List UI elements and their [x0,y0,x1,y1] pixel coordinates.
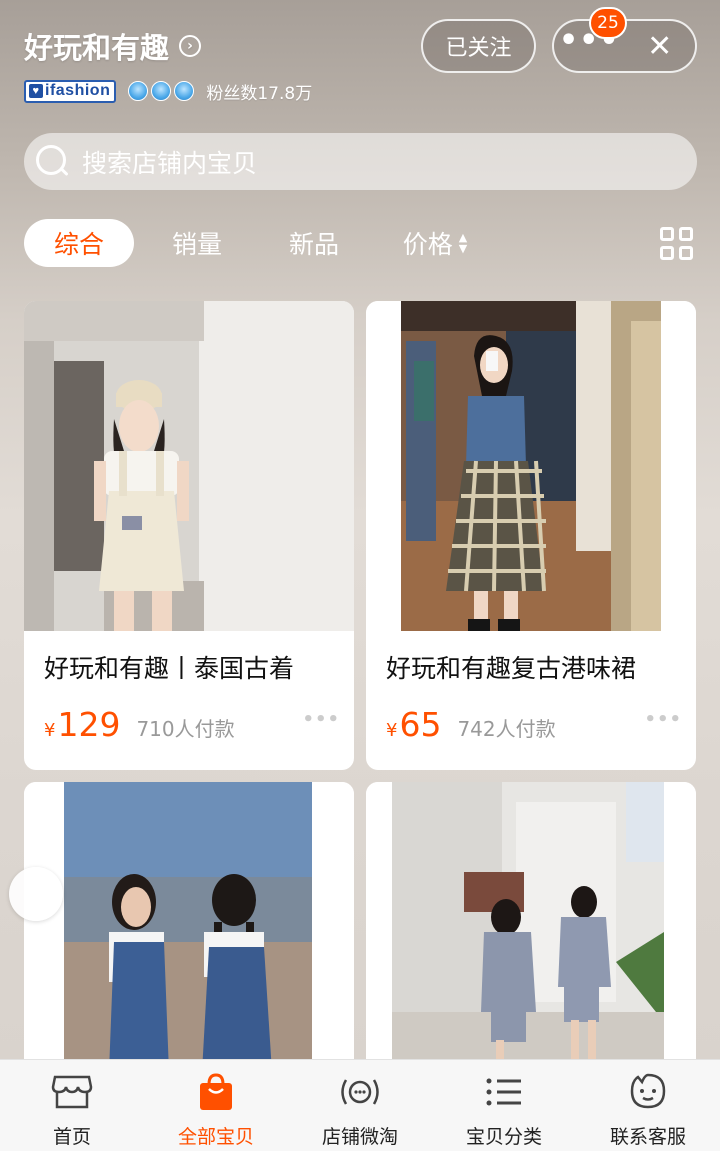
ifashion-logo-icon: ♥ [29,84,43,98]
product-photo[interactable] [366,782,696,1072]
fans-count: 粉丝数17.8万 [206,83,313,104]
bottom-nav: 首页 全部宝贝 店铺微淘 宝贝分类 联系客服 [0,1059,720,1151]
product-card[interactable]: 好玩和有趣复古港味裙 ¥ 65 742人付款 ••• [366,301,696,770]
currency-symbol: ¥ [386,720,398,741]
product-photo[interactable] [24,782,354,1072]
more-icon[interactable]: ••• [302,709,340,730]
nav-all-items-label: 全部宝贝 [177,1126,254,1148]
product-price: 65 [399,705,442,744]
nav-home[interactable]: 首页 [0,1060,144,1151]
product-card[interactable]: 好玩和有趣丨泰国古着 ¥ 129 710人付款 ••• [24,301,354,770]
tab-price-label: 价格 [402,230,453,259]
follow-button[interactable]: 已关注 [421,19,536,73]
shop-name[interactable]: 好玩和有趣 › [24,26,202,66]
floating-button[interactable] [9,867,63,921]
close-icon: ✕ [647,28,673,64]
search-bar[interactable]: 搜索店铺内宝贝 [24,133,697,190]
list-icon [482,1072,526,1112]
product-card[interactable] [24,782,354,1072]
storefront-icon [50,1072,94,1112]
nav-customer-service[interactable]: 联系客服 [576,1060,720,1151]
search-placeholder: 搜索店铺内宝贝 [82,148,258,178]
ifashion-label: ifashion [45,82,111,99]
nav-all-items[interactable]: 全部宝贝 [144,1060,288,1151]
product-photo[interactable] [366,301,696,631]
nav-shop-feed-label: 店铺微淘 [321,1126,398,1148]
shop-meta: ♥ ifashion 粉丝数17.8万 [24,78,312,104]
product-title: 好玩和有趣丨泰国古着 [44,654,295,683]
currency-symbol: ¥ [44,720,56,741]
search-icon [36,144,70,179]
sales-count: 710人付款 [136,717,235,741]
nav-shop-feed[interactable]: 店铺微淘 [288,1060,432,1151]
nav-categories[interactable]: 宝贝分类 [432,1060,576,1151]
sort-tabs: 综合 销量 新品 价格 ▲ ▼ [24,219,696,269]
product-photo[interactable] [24,301,354,631]
crown-icon [151,81,172,101]
nav-home-label: 首页 [52,1126,91,1148]
tab-comprehensive[interactable]: 综合 [24,219,134,267]
shop-name-text: 好玩和有趣 [24,31,170,65]
chevron-right-icon: › [179,35,202,57]
tab-sales[interactable]: 销量 [162,219,232,267]
nav-categories-label: 宝贝分类 [465,1126,542,1148]
crown-icon [174,81,195,101]
broadcast-icon [338,1072,382,1112]
chat-face-icon [626,1072,670,1112]
crown-icon [128,81,149,101]
tab-new[interactable]: 新品 [279,219,349,267]
nav-customer-service-label: 联系客服 [609,1126,686,1148]
grid-view-icon[interactable] [660,227,693,260]
shop-level-icons [128,81,195,101]
shopping-bag-icon [194,1072,238,1112]
price-row: ¥ 129 710人付款 [44,705,235,744]
price-row: ¥ 65 742人付款 [386,705,556,744]
sort-arrows-icon: ▲ ▼ [458,231,468,255]
notification-badge: 25 [589,7,627,39]
more-icon[interactable]: ••• [644,709,682,730]
product-title: 好玩和有趣复古港味裙 [386,654,637,683]
ifashion-badge: ♥ ifashion [24,79,117,103]
product-card[interactable] [366,782,696,1072]
close-button[interactable]: ✕ [625,21,696,71]
product-price: 129 [57,705,121,744]
tab-price[interactable]: 价格 ▲ ▼ [390,219,480,267]
sales-count: 742人付款 [457,717,556,741]
